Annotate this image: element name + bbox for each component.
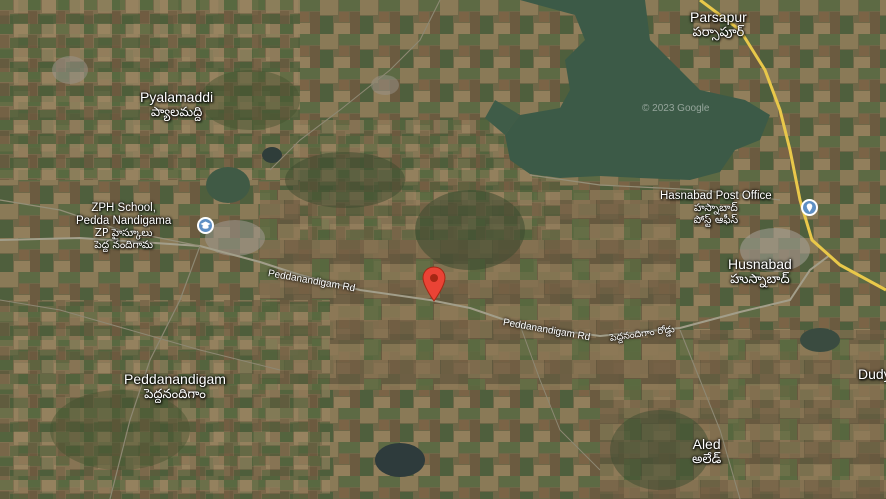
place-name: Peddanandigam [124, 371, 226, 387]
place-name-local: పెద్దనందిగాం [144, 386, 206, 402]
place-name-local: ప్యాలమద్ది [150, 104, 203, 120]
place-name-local: అలేడ్ [692, 451, 722, 467]
satellite-map[interactable]: Parsapur పర్సాపూర్ Pyalamaddi ప్యాలమద్ది… [0, 0, 886, 499]
poi-name-local: హస్నాబాద్ [693, 201, 738, 214]
place-label-parsapur[interactable]: Parsapur పర్సాపూర్ [690, 9, 747, 40]
place-name: Pyalamaddi [140, 89, 214, 105]
place-label-dudy[interactable]: Dudy [858, 366, 886, 383]
place-label-pyalamaddi[interactable]: Pyalamaddi ప్యాలమద్ది [140, 89, 214, 120]
place-name-local: హుస్నాబాద్ [730, 271, 790, 287]
place-name: Dudy [858, 366, 886, 382]
post-office-icon[interactable] [801, 199, 818, 216]
map-copyright: © 2023 Google [642, 103, 710, 114]
poi-label-zph-school[interactable]: ZPH School, Pedda Nandigama ZP హైస్కూలు … [76, 202, 171, 251]
location-pin-icon[interactable] [421, 266, 447, 302]
place-label-husnabad[interactable]: Husnabad హుస్నాబాద్ [728, 256, 792, 287]
poi-name-local-2: పెద్ద నందిగామ [94, 238, 154, 251]
place-name: Parsapur [690, 9, 747, 25]
poi-name-local-2: పోస్ట్ ఆఫీస్ [693, 213, 739, 226]
poi-name-2: Pedda Nandigama [76, 214, 172, 227]
poi-name-local: ZP హైస్కూలు [94, 226, 153, 239]
poi-label-hasnabad-post-office[interactable]: Hasnabad Post Office హస్నాబాద్ పోస్ట్ ఆఫ… [660, 190, 772, 226]
place-name-local: పర్సాపూర్ [692, 24, 745, 40]
poi-name: Hasnabad Post Office [660, 190, 772, 202]
poi-name: ZPH School, [91, 202, 156, 214]
place-name: Aled [692, 436, 721, 452]
school-icon[interactable] [197, 217, 214, 234]
place-label-aled[interactable]: Aled అలేడ్ [692, 436, 722, 467]
place-name: Husnabad [728, 256, 792, 272]
place-label-peddanandigam[interactable]: Peddanandigam పెద్దనందిగాం [124, 371, 226, 402]
